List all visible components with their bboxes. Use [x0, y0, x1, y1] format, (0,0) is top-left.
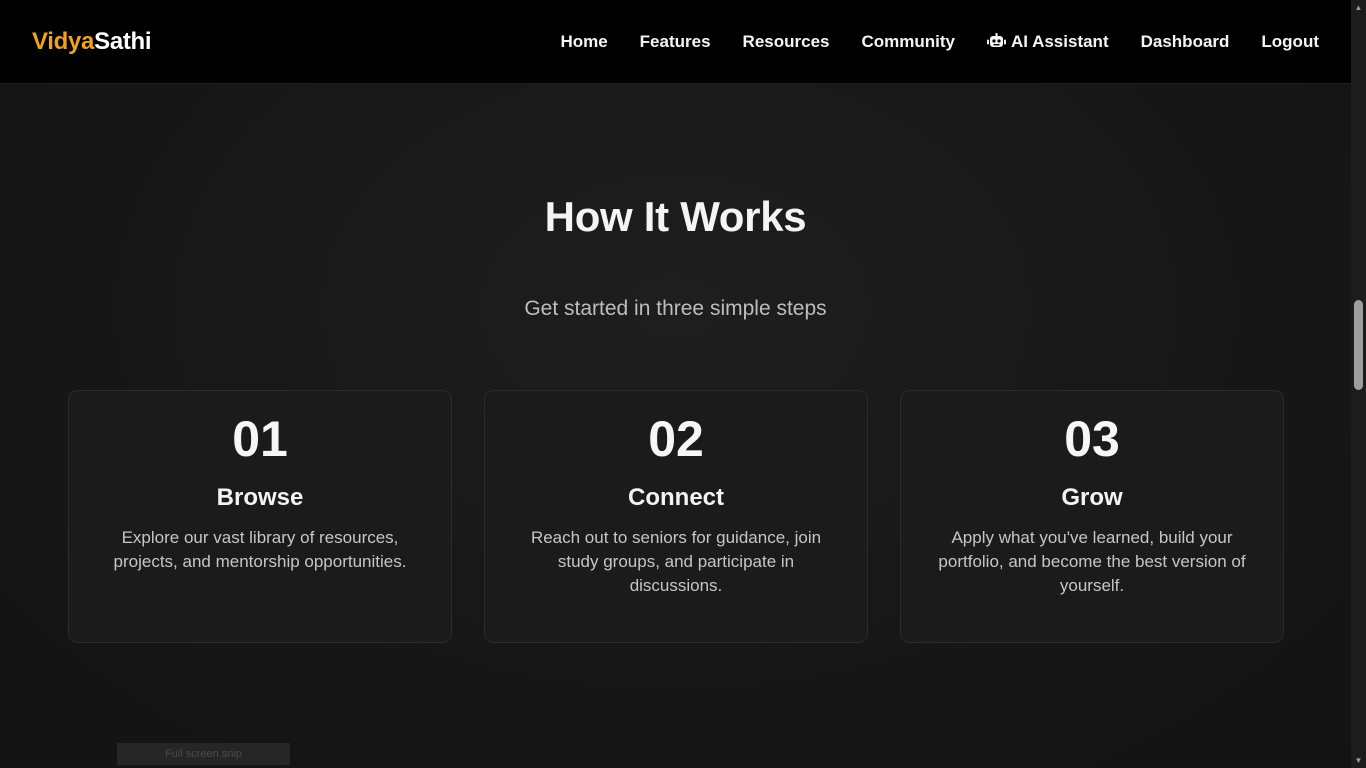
- scrollbar-thumb[interactable]: [1354, 300, 1363, 390]
- brand-logo[interactable]: VidyaSathi: [32, 27, 152, 56]
- nav-ai-assistant[interactable]: AI Assistant: [986, 31, 1109, 52]
- nav-ai-assistant-label: AI Assistant: [1010, 31, 1109, 51]
- page-scrollbar[interactable]: ▲ ▼: [1351, 0, 1366, 768]
- step-description: Apply what you've learned, build your po…: [938, 527, 1246, 595]
- step-number: 03: [1064, 411, 1120, 467]
- step-description: Reach out to seniors for guidance, join …: [530, 527, 822, 595]
- step-card-grow: 03 Grow Apply what you've learned, build…: [900, 390, 1284, 643]
- step-card-browse: 01 Browse Explore our vast library of re…: [68, 390, 452, 643]
- scroll-down-arrow-icon[interactable]: ▼: [1351, 753, 1366, 768]
- nav-dashboard[interactable]: Dashboard: [1141, 32, 1230, 52]
- step-number: 02: [648, 411, 704, 467]
- step-number: 01: [232, 411, 288, 467]
- page: VidyaSathi Home Features Resources Commu…: [0, 0, 1351, 768]
- scroll-up-arrow-icon[interactable]: ▲: [1351, 0, 1366, 15]
- snip-toast[interactable]: Full screen snip: [117, 743, 290, 765]
- steps-grid: 01 Browse Explore our vast library of re…: [68, 390, 1284, 643]
- step-description: Explore our vast library of resources, p…: [113, 527, 407, 571]
- step-title: Grow: [1061, 483, 1123, 511]
- step-title: Connect: [628, 483, 724, 511]
- section-title: How It Works: [544, 193, 807, 240]
- nav-home[interactable]: Home: [560, 32, 607, 52]
- robot-icon: [986, 33, 1006, 50]
- nav-logout[interactable]: Logout: [1261, 32, 1319, 52]
- step-card-connect: 02 Connect Reach out to seniors for guid…: [484, 390, 868, 643]
- section-subtitle: Get started in three simple steps: [524, 297, 827, 320]
- brand-name-part2: Sathi: [94, 27, 152, 55]
- nav-features[interactable]: Features: [640, 32, 711, 52]
- step-title: Browse: [216, 483, 304, 511]
- main-nav: Home Features Resources Community AI Ass…: [560, 32, 1319, 52]
- brand-name-part1: Vidya: [32, 27, 95, 55]
- nav-community[interactable]: Community: [861, 32, 955, 52]
- navbar: VidyaSathi Home Features Resources Commu…: [0, 0, 1351, 84]
- nav-resources[interactable]: Resources: [743, 32, 830, 52]
